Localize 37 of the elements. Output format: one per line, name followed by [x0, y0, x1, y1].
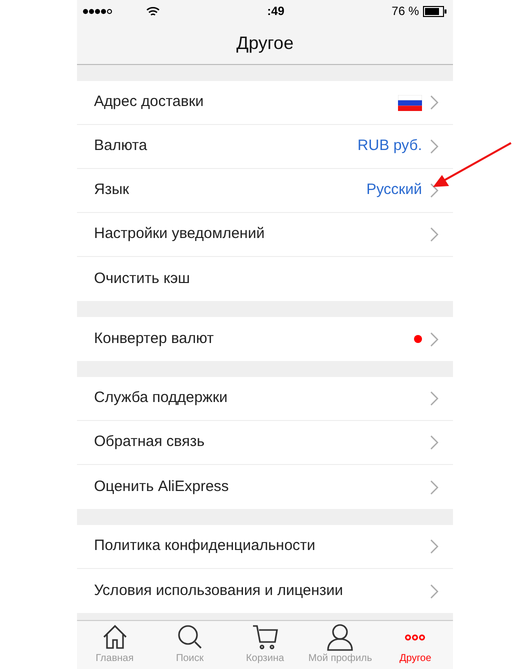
settings-row[interactable]: Адрес доставки: [77, 81, 453, 125]
settings-row[interactable]: Конвертер валют: [77, 317, 453, 361]
settings-row[interactable]: Валюта RUB руб.: [77, 125, 453, 169]
tab-item[interactable]: Другое: [378, 621, 454, 669]
row-label: Служба поддержки: [94, 388, 229, 408]
row-label: Оценить AliExpress: [94, 476, 230, 497]
flag-icon: [398, 94, 422, 110]
settings-row[interactable]: Обратная связь: [77, 421, 453, 465]
clock-time: :49: [267, 3, 284, 20]
row-value: Русский: [366, 180, 422, 200]
wifi-icon: [146, 6, 160, 16]
row-label: Обратная связь: [94, 432, 206, 452]
cart-icon: [251, 623, 279, 651]
settings-row[interactable]: Служба поддержки: [77, 377, 453, 421]
settings-row[interactable]: Политика конфиденциальности: [77, 525, 453, 569]
row-label: Конвертер валют: [94, 328, 215, 349]
row-label: Валюта: [94, 136, 148, 156]
page-title: Другое: [236, 32, 294, 55]
settings-row[interactable]: Условия использования и лицензии: [77, 569, 453, 613]
person-icon: [326, 623, 354, 651]
search-icon: [176, 623, 204, 651]
more-icon: [405, 634, 426, 640]
home-icon: [100, 623, 129, 651]
settings-row[interactable]: Очистить кэш: [77, 257, 453, 301]
row-label: Адрес доставки: [94, 92, 205, 112]
row-label: Политика конфиденциальности: [94, 536, 316, 556]
settings-row[interactable]: Язык Русский: [77, 169, 453, 213]
row-value: RUB руб.: [358, 136, 422, 156]
battery-icon: [423, 6, 447, 16]
row-label: Условия использования и лицензии: [94, 580, 344, 601]
battery-percentage: 76 %: [392, 3, 419, 20]
settings-row[interactable]: Оценить AliExpress: [77, 465, 453, 509]
settings-row[interactable]: Настройки уведомлений: [77, 213, 453, 257]
signal-icon: [83, 8, 112, 14]
row-label: Язык: [94, 180, 130, 200]
row-label: Очистить кэш: [94, 268, 191, 289]
row-label: Настройки уведомлений: [94, 224, 266, 244]
